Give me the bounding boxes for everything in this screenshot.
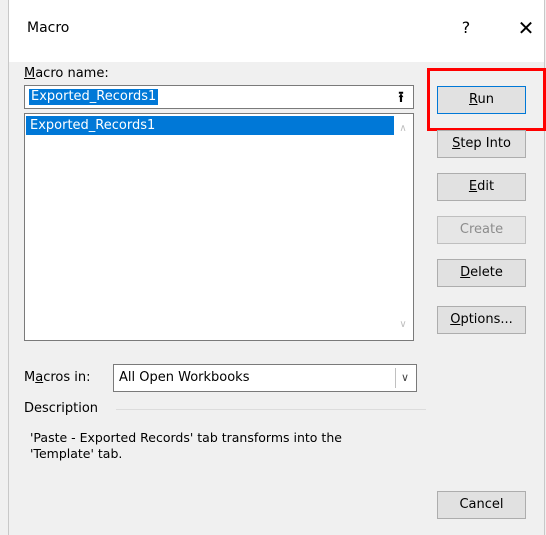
macros-in-label-accel: a xyxy=(35,370,44,385)
options-label: ptions... xyxy=(460,312,513,327)
edit-button[interactable]: Edit xyxy=(437,173,526,201)
options-button[interactable]: Options... xyxy=(437,306,526,334)
options-accel: O xyxy=(450,312,461,327)
macro-name-label-text: acro name: xyxy=(35,66,109,81)
scroll-down-icon[interactable]: ∨ xyxy=(396,319,410,331)
macro-list[interactable]: Exported_Records1 ∧ ∨ xyxy=(24,113,414,341)
macros-in-label-pre: M xyxy=(24,370,36,385)
macro-dialog: Macro ? ✕ Macro name: Exported_Records1 … xyxy=(0,0,546,535)
edit-label: dit xyxy=(477,179,495,194)
macro-name-input[interactable]: Exported_Records1 ⭱ xyxy=(24,85,414,109)
step-into-label: tep Into xyxy=(460,136,511,151)
macros-in-label: Macros in: xyxy=(24,370,90,385)
description-label: Description xyxy=(24,401,99,416)
chevron-down-icon[interactable]: ∨ xyxy=(395,368,414,388)
delete-button[interactable]: Delete xyxy=(437,259,526,287)
step-into-button[interactable]: Step Into xyxy=(437,130,526,158)
delete-accel: D xyxy=(460,265,471,280)
macro-name-label: Macro name: xyxy=(24,66,109,81)
scroll-up-icon[interactable]: ∧ xyxy=(396,123,410,135)
title-bar: Macro ? ✕ xyxy=(9,0,544,62)
cancel-button[interactable]: Cancel xyxy=(437,491,526,519)
upload-arrow-icon[interactable]: ⭱ xyxy=(391,88,411,106)
description-text: 'Paste - Exported Records' tab transform… xyxy=(30,430,430,462)
dialog-title: Macro xyxy=(27,20,70,36)
description-line-1: 'Paste - Exported Records' tab transform… xyxy=(30,430,342,445)
close-button[interactable]: ✕ xyxy=(509,14,543,42)
help-button[interactable]: ? xyxy=(455,16,477,40)
delete-label: elete xyxy=(470,265,503,280)
highlight-annotation xyxy=(427,68,546,131)
description-divider xyxy=(116,409,426,410)
macros-in-value: All Open Workbooks xyxy=(119,370,250,385)
description-line-2: 'Template' tab. xyxy=(30,446,123,461)
create-button[interactable]: Create xyxy=(437,216,526,244)
edit-accel: E xyxy=(468,179,478,194)
dialog-border-left xyxy=(8,0,9,535)
macros-in-label-post: cros in: xyxy=(43,370,91,385)
list-item[interactable]: Exported_Records1 xyxy=(26,116,394,135)
macros-in-select[interactable]: All Open Workbooks ∨ xyxy=(113,364,417,392)
macro-name-value: Exported_Records1 xyxy=(29,89,159,105)
macro-name-label-accel: M xyxy=(24,66,36,81)
